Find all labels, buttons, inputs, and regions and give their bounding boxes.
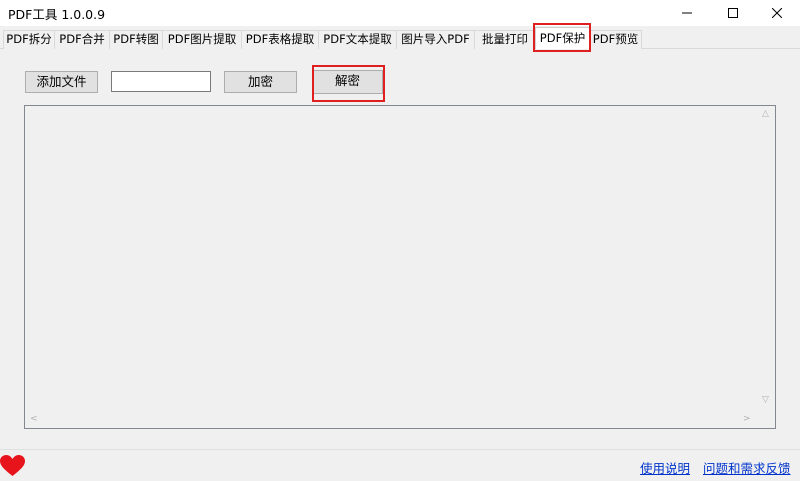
- tab-pdf-image-extract[interactable]: PDF图片提取: [162, 30, 242, 49]
- tab-strip: PDF拆分 PDF合并 PDF转图 PDF图片提取 PDF表格提取 PDF文本提…: [0, 27, 800, 49]
- scroll-down-icon[interactable]: ▽: [762, 396, 769, 405]
- tab-pdf-text-extract[interactable]: PDF文本提取: [318, 30, 397, 49]
- heart-icon[interactable]: [0, 455, 25, 477]
- window-title: PDF工具 1.0.0.9: [8, 7, 106, 22]
- status-bar: 使用说明 问题和需求反馈: [0, 449, 800, 481]
- tab-batch-print[interactable]: 批量打印: [474, 30, 536, 49]
- maximize-button[interactable]: [710, 0, 756, 26]
- tab-pdf-split[interactable]: PDF拆分: [3, 30, 55, 49]
- tab-pdf-preview[interactable]: PDF预览: [589, 30, 642, 49]
- password-input[interactable]: [111, 71, 211, 92]
- maximize-icon: [728, 8, 738, 18]
- minimize-icon: [682, 12, 692, 14]
- vertical-scrollbar[interactable]: △ ▽: [758, 106, 775, 411]
- scroll-up-icon[interactable]: △: [762, 110, 769, 119]
- tab-pdf-table-extract[interactable]: PDF表格提取: [241, 30, 319, 49]
- close-icon: [772, 8, 782, 18]
- horizontal-scrollbar[interactable]: < >: [25, 411, 758, 428]
- title-bar: PDF工具 1.0.0.9: [0, 0, 800, 26]
- scroll-right-icon[interactable]: >: [743, 415, 751, 424]
- scroll-left-icon[interactable]: <: [30, 415, 38, 424]
- tab-pdf-merge[interactable]: PDF合并: [54, 30, 110, 49]
- scroll-corner: [758, 411, 775, 428]
- decrypt-button[interactable]: 解密: [312, 70, 383, 94]
- help-link[interactable]: 使用说明: [640, 458, 690, 477]
- tab-image-to-pdf[interactable]: 图片导入PDF: [396, 30, 475, 49]
- add-file-button[interactable]: 添加文件: [25, 71, 98, 93]
- close-button[interactable]: [754, 0, 800, 26]
- feedback-link[interactable]: 问题和需求反馈: [703, 458, 791, 477]
- tab-pdf-to-image[interactable]: PDF转图: [109, 30, 163, 49]
- encrypt-button[interactable]: 加密: [224, 71, 297, 93]
- minimize-button[interactable]: [664, 0, 710, 26]
- log-textarea[interactable]: △ ▽ < >: [24, 105, 776, 429]
- tab-pdf-protect[interactable]: PDF保护: [535, 27, 590, 49]
